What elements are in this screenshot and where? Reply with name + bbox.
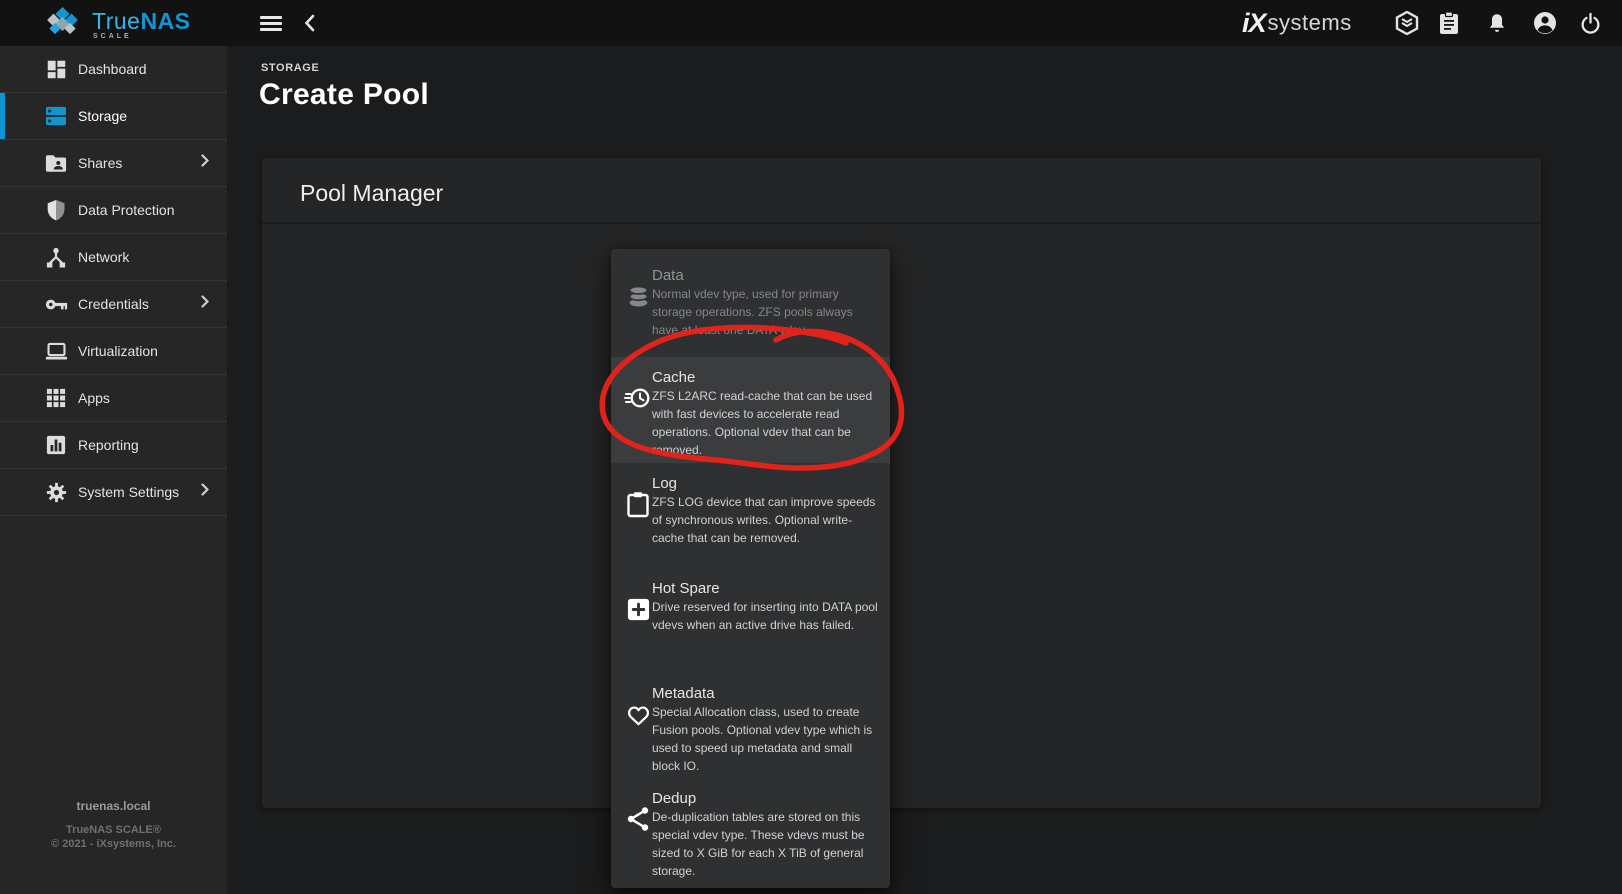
ixsystems-logo: iXsystems [1242, 8, 1352, 38]
sidebar-item-credentials[interactable]: Credentials [0, 281, 227, 328]
cache-history-icon [624, 384, 652, 412]
menu-hamburger-icon[interactable] [260, 16, 282, 34]
storage-icon [44, 104, 68, 128]
sidebar-item-virtualization[interactable]: Virtualization [0, 328, 227, 375]
truenas-logo-text: TrueNAS [92, 8, 191, 35]
sidebar-item-data-protection[interactable]: Data Protection [0, 187, 227, 234]
menu-item-dedup[interactable]: Dedup De-duplication tables are stored on… [611, 778, 890, 883]
truenas-logo-icon [44, 7, 82, 45]
gear-icon [44, 480, 68, 504]
page-title: Create Pool [259, 78, 429, 112]
truenas-app: TrueNAS SCALE iXsystems Dashboard [0, 0, 1622, 894]
breadcrumb: STORAGE [261, 62, 319, 74]
clipboard-icon [624, 490, 652, 518]
menu-item-description: Special Allocation class, used to create… [652, 705, 872, 773]
menu-item-description: ZFS L2ARC read-cache that can be used wi… [652, 389, 872, 457]
add-box-icon [624, 595, 652, 623]
menu-item-description: De-duplication tables are stored on this… [652, 810, 865, 878]
sidebar-item-storage[interactable]: Storage [0, 93, 227, 140]
sidebar-item-network[interactable]: Network [0, 234, 227, 281]
sidebar-item-shares[interactable]: Shares [0, 140, 227, 187]
chevron-right-icon [201, 154, 209, 172]
chevron-right-icon [201, 295, 209, 313]
menu-item-description: Drive reserved for inserting into DATA p… [652, 600, 878, 632]
menu-item-title: Metadata [652, 685, 715, 702]
key-icon [44, 292, 68, 316]
shield-icon [44, 198, 68, 222]
network-hub-icon [44, 245, 68, 269]
menu-item-cache[interactable]: Cache ZFS L2ARC read-cache that can be us… [611, 357, 890, 463]
bar-chart-icon [44, 433, 68, 457]
truecommand-icon[interactable] [1394, 10, 1420, 36]
power-icon[interactable] [1577, 10, 1603, 36]
menu-item-description: Normal vdev type, used for primary stora… [652, 287, 853, 337]
menu-item-metadata[interactable]: Metadata Special Allocation class, used t… [611, 673, 890, 778]
alerts-bell-icon[interactable] [1484, 10, 1510, 36]
collapse-sidebar-icon[interactable] [303, 14, 316, 37]
menu-item-title: Data [652, 267, 684, 284]
heart-icon [624, 700, 652, 728]
share-icon [624, 805, 652, 833]
menu-item-log[interactable]: Log ZFS LOG device that can improve speed… [611, 463, 890, 568]
chevron-right-icon [201, 483, 209, 501]
laptop-icon [44, 339, 68, 363]
menu-item-hot-spare[interactable]: Hot Spare Drive reserved for inserting in… [611, 568, 890, 673]
sidebar-item-dashboard[interactable]: Dashboard [0, 46, 227, 93]
card-divider [262, 222, 1541, 224]
database-icon [624, 282, 652, 310]
sidebar-item-apps[interactable]: Apps [0, 375, 227, 422]
account-icon[interactable] [1532, 10, 1558, 36]
apps-grid-icon [44, 386, 68, 410]
sidebar-nav: Dashboard Storage Shares Data Protection… [0, 46, 227, 894]
menu-item-description: ZFS LOG device that can improve speeds o… [652, 495, 875, 545]
menu-item-title: Dedup [652, 790, 696, 807]
pool-manager-card: Pool Manager [262, 158, 1541, 808]
menu-item-title: Cache [652, 369, 695, 386]
top-bar: TrueNAS SCALE iXsystems [0, 0, 1622, 46]
menu-item-title: Log [652, 475, 677, 492]
product-label: TrueNAS SCALE® [0, 824, 227, 836]
copyright-label: © 2021 - iXsystems, Inc. [0, 838, 227, 850]
sidebar-item-reporting[interactable]: Reporting [0, 422, 227, 469]
menu-item-data: Data Normal vdev type, used for primary s… [611, 255, 890, 357]
jobs-clipboard-icon[interactable] [1436, 10, 1462, 36]
menu-item-title: Hot Spare [652, 580, 720, 597]
vdev-type-menu: Data Normal vdev type, used for primary s… [611, 249, 890, 888]
truenas-logo-scale-label: SCALE [93, 33, 132, 40]
dashboard-icon [44, 57, 68, 81]
hostname-label: truenas.local [0, 799, 227, 813]
sidebar-item-system-settings[interactable]: System Settings [0, 469, 227, 516]
card-title: Pool Manager [300, 180, 443, 207]
shares-folder-icon [44, 151, 68, 175]
